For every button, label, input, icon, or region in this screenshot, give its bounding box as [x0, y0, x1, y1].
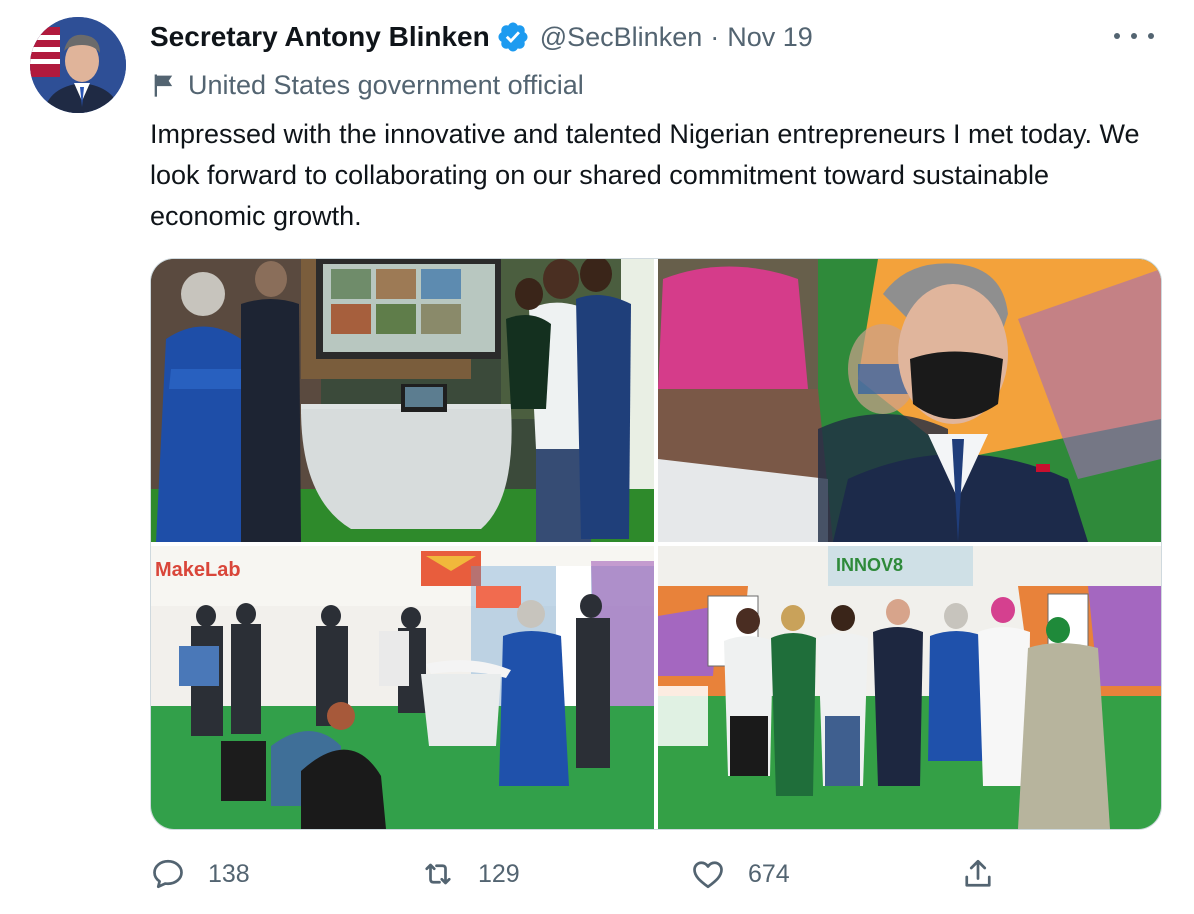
- reply-icon: [153, 859, 183, 889]
- photo-makelab-drone-demo[interactable]: MakeLab: [151, 546, 654, 829]
- photo-masked-secretary-closeup[interactable]: [658, 259, 1161, 542]
- retweet-count: 129: [478, 859, 520, 888]
- tweet-text: Impressed with the innovative and talent…: [150, 119, 1140, 231]
- flag-icon: [154, 74, 173, 97]
- reply-count: 138: [208, 859, 250, 888]
- avatar[interactable]: [30, 17, 126, 113]
- account-label-text: United States government official: [188, 69, 584, 100]
- share-icon: [965, 859, 991, 887]
- author-name[interactable]: Secretary Antony Blinken: [150, 21, 490, 53]
- author-handle[interactable]: @SecBlinken: [540, 22, 703, 53]
- separator-dot: ·: [710, 21, 720, 52]
- photo-tech-lab-visit[interactable]: [151, 259, 654, 542]
- media-grid: MakeLab INNOV8: [150, 258, 1162, 830]
- retweet-icon: [425, 863, 451, 885]
- reply-button[interactable]: 138: [150, 846, 250, 902]
- more-horizontal-icon[interactable]: [1114, 25, 1154, 47]
- tweet-header: Secretary Antony Blinken @SecBlinken · N…: [150, 17, 813, 57]
- like-button[interactable]: 674: [690, 846, 790, 902]
- photo-group-photo-innov8[interactable]: INNOV8: [658, 546, 1161, 829]
- account-label[interactable]: United States government official: [150, 66, 584, 104]
- profile-avatar: [30, 17, 126, 113]
- verified-badge-icon: [498, 22, 528, 52]
- share-button[interactable]: [960, 846, 996, 902]
- tweet-date[interactable]: Nov 19: [727, 22, 813, 53]
- svg-text:MakeLab: MakeLab: [155, 559, 241, 581]
- retweet-button[interactable]: 129: [420, 846, 520, 902]
- like-count: 674: [748, 859, 790, 888]
- tweet-actions: 138 129 674: [150, 846, 1020, 902]
- svg-text:INNOV8: INNOV8: [836, 555, 903, 575]
- heart-icon: [693, 861, 723, 889]
